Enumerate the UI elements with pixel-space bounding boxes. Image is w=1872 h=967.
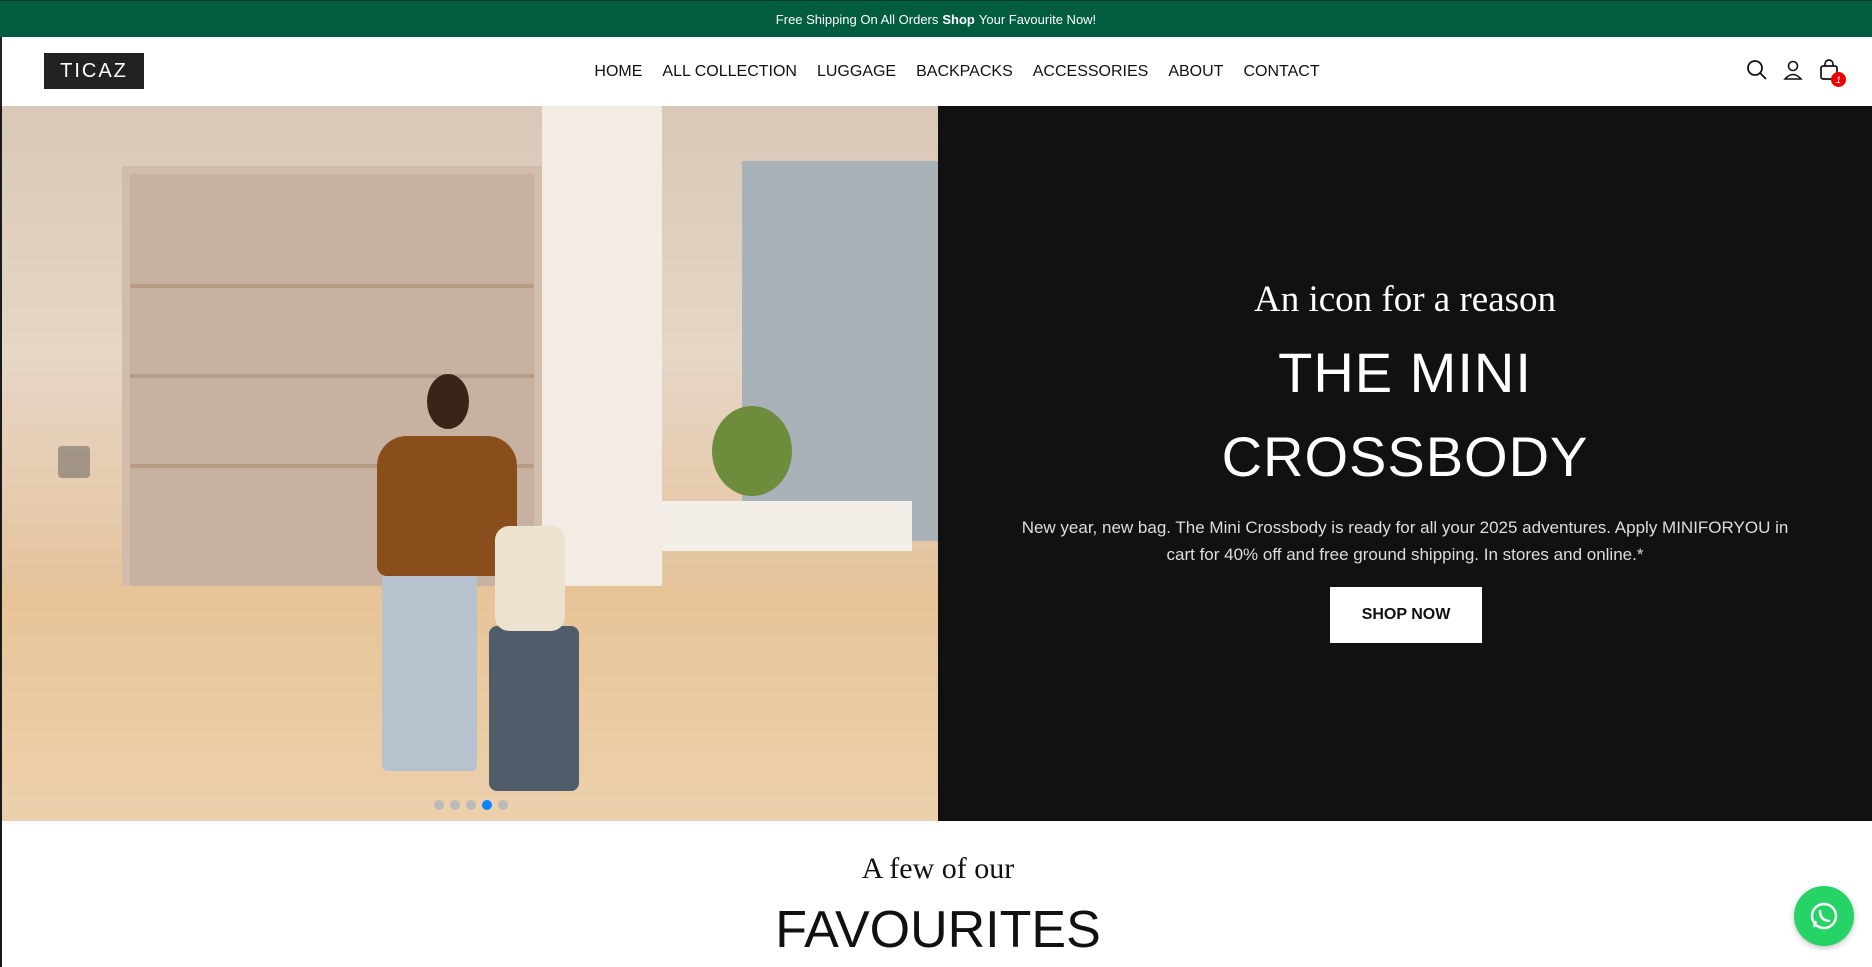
hero-image-person-head: [427, 374, 469, 429]
hero-image-person-legs: [382, 571, 477, 771]
nav-luggage[interactable]: LUGGAGE: [807, 63, 906, 81]
hero-headline-line2: CROSSBODY: [1221, 425, 1589, 488]
nav-about[interactable]: ABOUT: [1158, 63, 1233, 81]
announcement-bold[interactable]: Shop: [942, 12, 975, 27]
nav-accessories[interactable]: ACCESSORIES: [1023, 63, 1159, 81]
slider-prev-arrow[interactable]: [58, 446, 90, 478]
whatsapp-button[interactable]: [1794, 886, 1854, 946]
favourites-subtitle: A few of our: [861, 852, 1015, 885]
cart-icon[interactable]: 1: [1818, 59, 1846, 87]
cart-count-badge: 1: [1831, 72, 1846, 87]
slider-dots: [434, 800, 508, 810]
announcement-text: Free Shipping On All Orders: [775, 11, 939, 27]
announcement-bar: Free Shipping On All Orders Shop Your Fa…: [0, 0, 1872, 37]
hero-image: [2, 106, 938, 821]
slider-dot-2[interactable]: [450, 800, 460, 810]
whatsapp-icon: [1810, 902, 1838, 930]
hero-headline-line1: THE MINI: [1278, 341, 1532, 404]
hero-image-pillar: [542, 106, 662, 586]
hero-image-suitcase: [489, 626, 579, 791]
slider-dot-5[interactable]: [498, 800, 508, 810]
slider-dot-3[interactable]: [466, 800, 476, 810]
nav-home[interactable]: HOME: [584, 63, 652, 81]
hero-description: New year, new bag. The Mini Crossbody is…: [1021, 518, 1789, 564]
hero-text-panel: An icon for a reason THE MINI CROSSBODY …: [938, 106, 1872, 821]
favourites-title: FAVOURITES: [775, 901, 1101, 959]
shop-now-button[interactable]: SHOP NOW: [1330, 587, 1482, 643]
main-nav: HOME ALL COLLECTION LUGGAGE BACKPACKS AC…: [2, 37, 1872, 106]
nav-backpacks[interactable]: BACKPACKS: [906, 63, 1023, 81]
site-header: TICAZ HOME ALL COLLECTION LUGGAGE BACKPA…: [0, 37, 1872, 106]
hero-headline: THE MINI CROSSBODY: [938, 331, 1872, 499]
hero-image-backpack: [495, 526, 565, 631]
search-icon[interactable]: [1746, 59, 1768, 81]
slider-dot-1[interactable]: [434, 800, 444, 810]
slider-dot-4[interactable]: [482, 800, 492, 810]
user-icon[interactable]: [1782, 59, 1804, 81]
hero-image-plant: [712, 406, 792, 496]
announcement-text-after: Your Favourite Now!: [978, 11, 1097, 27]
hero-tagline: An icon for a reason: [1253, 279, 1557, 320]
hero-image-counter: [662, 501, 912, 551]
nav-all-collection[interactable]: ALL COLLECTION: [652, 63, 807, 81]
nav-contact[interactable]: CONTACT: [1233, 63, 1329, 81]
header-icons: 1: [1746, 59, 1846, 87]
